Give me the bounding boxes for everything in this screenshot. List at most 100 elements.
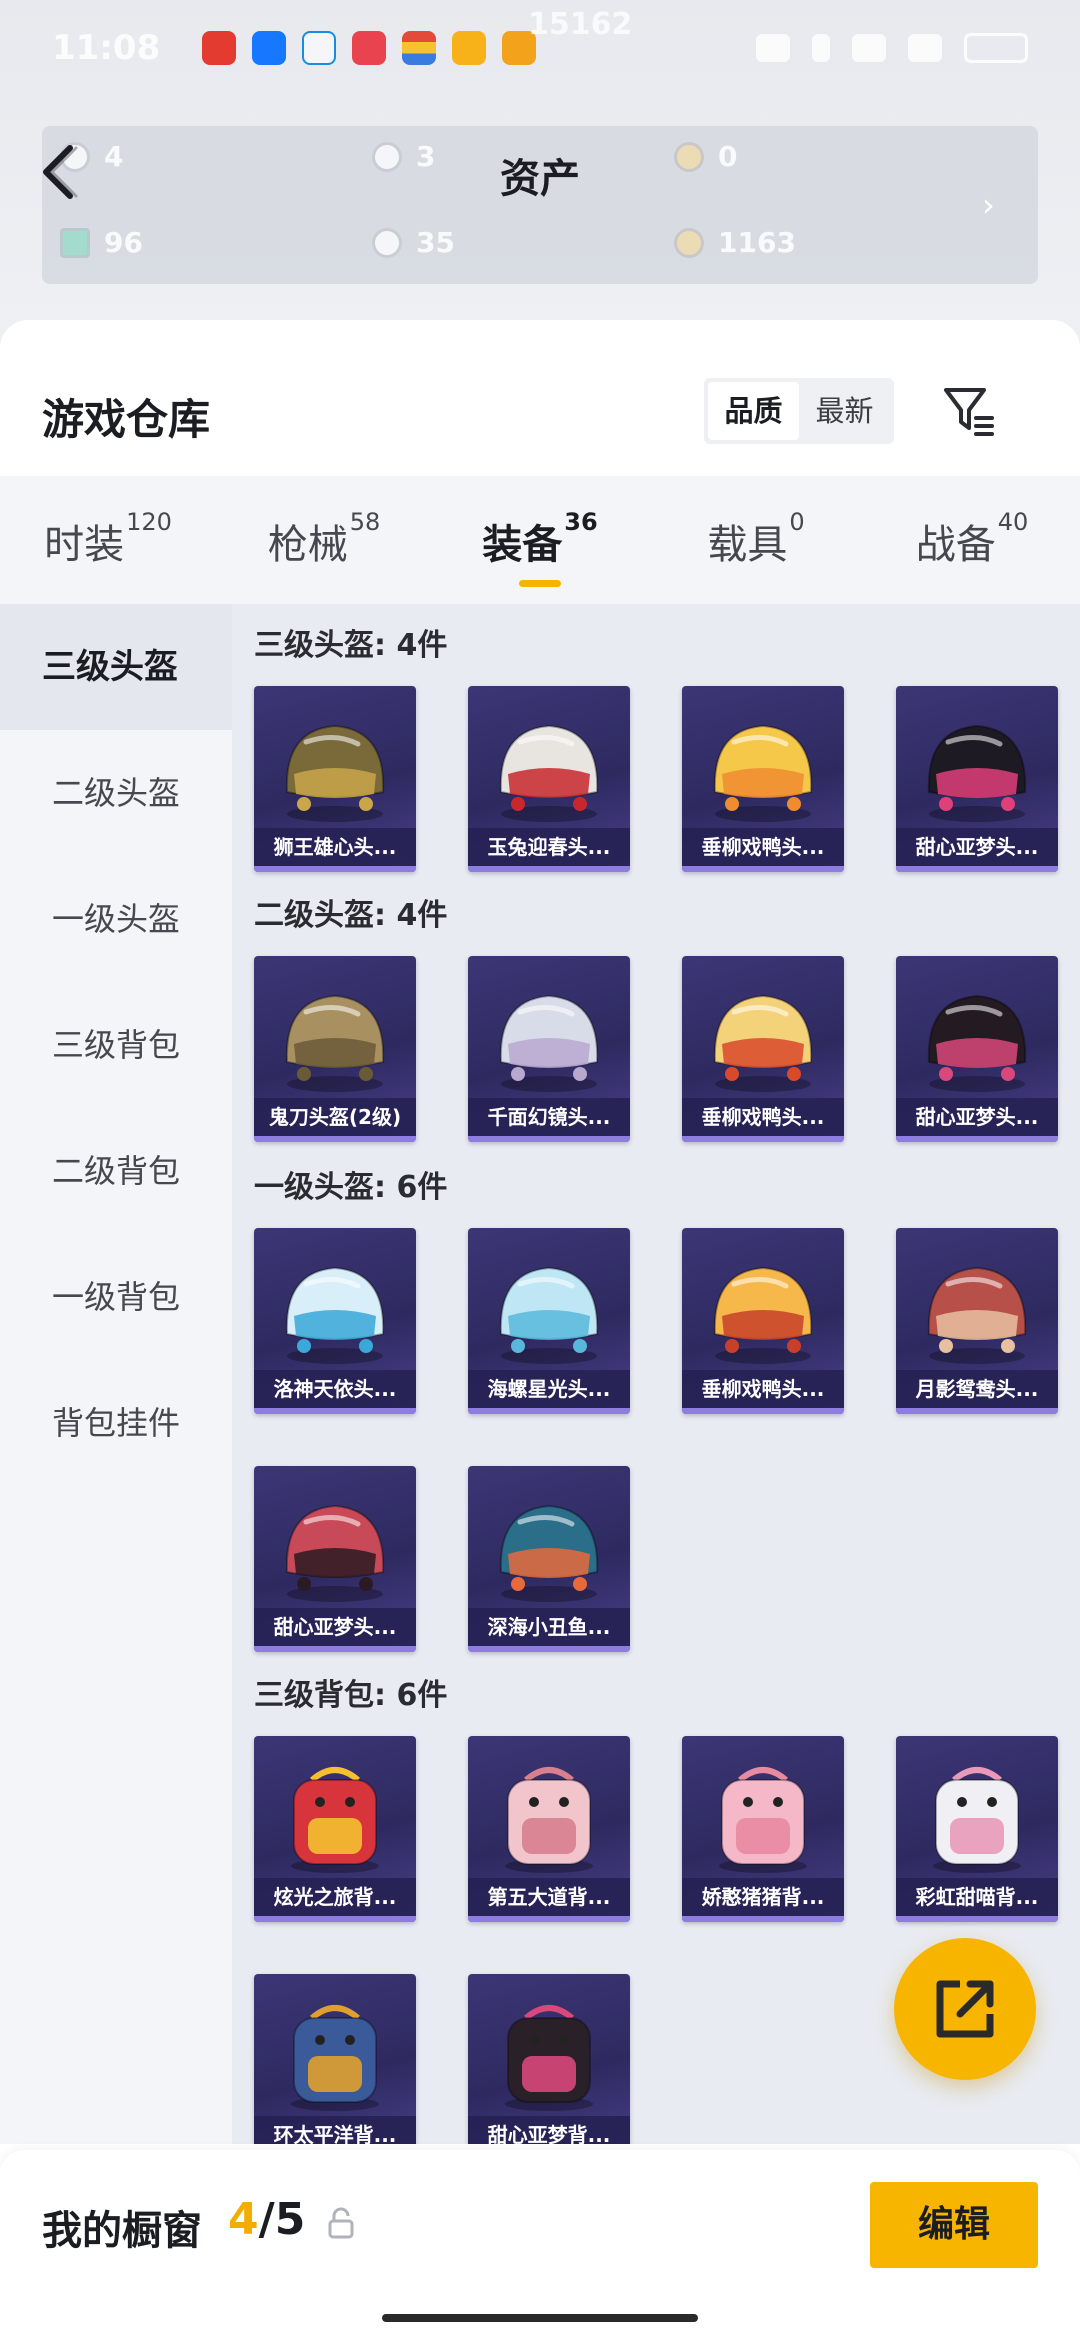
item-card[interactable]: 甜心亚梦背...	[468, 1974, 630, 2144]
item-card[interactable]: 鬼刀头盔(2级)	[254, 956, 416, 1142]
helmet-duck-icon	[713, 1266, 813, 1364]
item-name: 垂柳戏鸭头...	[682, 828, 844, 866]
helmet-rabbit-icon	[499, 724, 599, 822]
showcase-count: 4/5	[228, 2194, 306, 2245]
sort-quality-option[interactable]: 品质	[708, 382, 799, 440]
helmet-ghostblade-icon	[285, 994, 385, 1092]
backpack-rainbow-cat-icon	[933, 1767, 1021, 1873]
asset-item: 1163	[674, 226, 796, 259]
item-card[interactable]: 深海小丑鱼...	[468, 1466, 630, 1652]
item-card[interactable]: 娇憨猪猪背...	[682, 1736, 844, 1922]
video-app-icon	[352, 31, 387, 65]
item-name: 环太平洋背...	[254, 2116, 416, 2144]
item-card[interactable]: 玉兔迎春头...	[468, 686, 630, 872]
section-title: 三级背包: 6件	[254, 1678, 448, 1713]
sidebar-item-level1-helmet[interactable]: 一级头盔	[0, 856, 232, 982]
tab-fashion[interactable]: 时装120	[0, 476, 216, 604]
wifi-icon	[852, 34, 886, 62]
item-name: 甜心亚梦背...	[468, 2116, 630, 2144]
item-name: 狮王雄心头...	[254, 828, 416, 866]
item-card[interactable]: 垂柳戏鸭头...	[682, 1228, 844, 1414]
coin-icon	[372, 227, 402, 258]
item-name: 千面幻镜头...	[468, 1098, 630, 1136]
helmet-duck-icon	[713, 724, 813, 822]
section-title: 二级头盔: 4件	[254, 898, 448, 933]
tab-vehicles[interactable]: 载具0	[648, 476, 864, 604]
telecom-icon	[302, 31, 337, 65]
wallet-icon	[402, 31, 437, 65]
item-name: 海螺星光头...	[468, 1370, 630, 1408]
chevron-right-icon[interactable]: ›	[982, 186, 995, 224]
item-card[interactable]: 环太平洋背...	[254, 1974, 416, 2144]
item-name: 彩虹甜喵背...	[896, 1878, 1058, 1916]
sidebar-item-level2-backpack[interactable]: 二级背包	[0, 1108, 232, 1234]
helmet-duck-icon	[713, 994, 813, 1092]
notes-icon	[452, 31, 487, 65]
bluetooth-icon	[812, 34, 830, 62]
edit-button[interactable]: 编辑	[870, 2182, 1038, 2268]
helmet-sweetheart-icon	[285, 1504, 385, 1602]
item-name: 玉兔迎春头...	[468, 828, 630, 866]
item-card[interactable]: 垂柳戏鸭头...	[682, 686, 844, 872]
item-card[interactable]: 狮王雄心头...	[254, 686, 416, 872]
sort-toggle: 品质 最新	[704, 378, 894, 444]
item-card[interactable]: 千面幻镜头...	[468, 956, 630, 1142]
helmet-sweetheart-icon	[927, 994, 1027, 1092]
tab-supplies[interactable]: 战备40	[864, 476, 1080, 604]
sidebar-item-level2-helmet[interactable]: 二级头盔	[0, 730, 232, 856]
page-title: 资产	[500, 156, 580, 202]
battery-icon	[964, 33, 1028, 63]
sort-newest-option[interactable]: 最新	[799, 382, 890, 440]
coin-icon	[674, 227, 704, 258]
gem-icon	[60, 227, 90, 258]
item-card[interactable]: 甜心亚梦头...	[896, 956, 1058, 1142]
item-name: 甜心亚梦头...	[254, 1608, 416, 1646]
item-name: 垂柳戏鸭头...	[682, 1370, 844, 1408]
hd-icon	[756, 34, 790, 62]
system-status-icons	[756, 33, 1028, 63]
item-card[interactable]: 洛神天依头...	[254, 1228, 416, 1414]
item-name: 月影鸳鸯头...	[896, 1370, 1058, 1408]
helmet-lion-icon	[285, 724, 385, 822]
item-card[interactable]: 月影鸳鸯头...	[896, 1228, 1058, 1414]
helmet-moonshadow-icon	[927, 1266, 1027, 1364]
mute-icon	[908, 34, 942, 62]
filter-button[interactable]	[940, 382, 998, 440]
share-button[interactable]	[894, 1938, 1036, 2080]
item-name: 娇憨猪猪背...	[682, 1878, 844, 1916]
helmet-sweetheart-icon	[927, 724, 1027, 822]
active-tab-indicator	[519, 580, 561, 587]
sidebar-item-level3-helmet[interactable]: 三级头盔	[0, 604, 232, 730]
helmet-conch-icon	[499, 1266, 599, 1364]
sidebar-item-level3-backpack[interactable]: 三级背包	[0, 982, 232, 1108]
helmet-mirror-icon	[499, 994, 599, 1092]
item-card[interactable]: 第五大道背...	[468, 1736, 630, 1922]
notification-app-icon	[202, 31, 237, 65]
helmet-clownfish-icon	[499, 1504, 599, 1602]
backpack-quilted-icon	[505, 1767, 593, 1873]
category-sidebar: 三级头盔 二级头盔 一级头盔 三级背包 二级背包 一级背包 背包挂件	[0, 604, 232, 2144]
item-card[interactable]: 甜心亚梦头...	[254, 1466, 416, 1652]
blurred-user-info: 15162	[528, 8, 632, 42]
helmet-luoshen-icon	[285, 1266, 385, 1364]
item-name: 垂柳戏鸭头...	[682, 1098, 844, 1136]
item-card[interactable]: 海螺星光头...	[468, 1228, 630, 1414]
sidebar-item-backpack-charm[interactable]: 背包挂件	[0, 1360, 232, 1486]
blurred-user-number: 15162	[528, 7, 633, 42]
lock-icon	[328, 2207, 354, 2239]
item-name: 第五大道背...	[468, 1878, 630, 1916]
item-card[interactable]: 垂柳戏鸭头...	[682, 956, 844, 1142]
tab-weapons[interactable]: 枪械58	[216, 476, 432, 604]
asset-item: 35	[372, 226, 455, 259]
item-card[interactable]: 甜心亚梦头...	[896, 686, 1058, 872]
sidebar-item-level1-backpack[interactable]: 一级背包	[0, 1234, 232, 1360]
section-title: 三级头盔: 4件	[254, 628, 448, 663]
item-card[interactable]: 彩虹甜喵背...	[896, 1736, 1058, 1922]
share-icon	[936, 1980, 994, 2038]
item-name: 深海小丑鱼...	[468, 1608, 630, 1646]
home-indicator[interactable]	[382, 2314, 698, 2322]
item-name: 炫光之旅背...	[254, 1878, 416, 1916]
tab-equipment[interactable]: 装备36	[432, 476, 648, 604]
backpack-piggy-icon	[719, 1767, 807, 1873]
item-card[interactable]: 炫光之旅背...	[254, 1736, 416, 1922]
